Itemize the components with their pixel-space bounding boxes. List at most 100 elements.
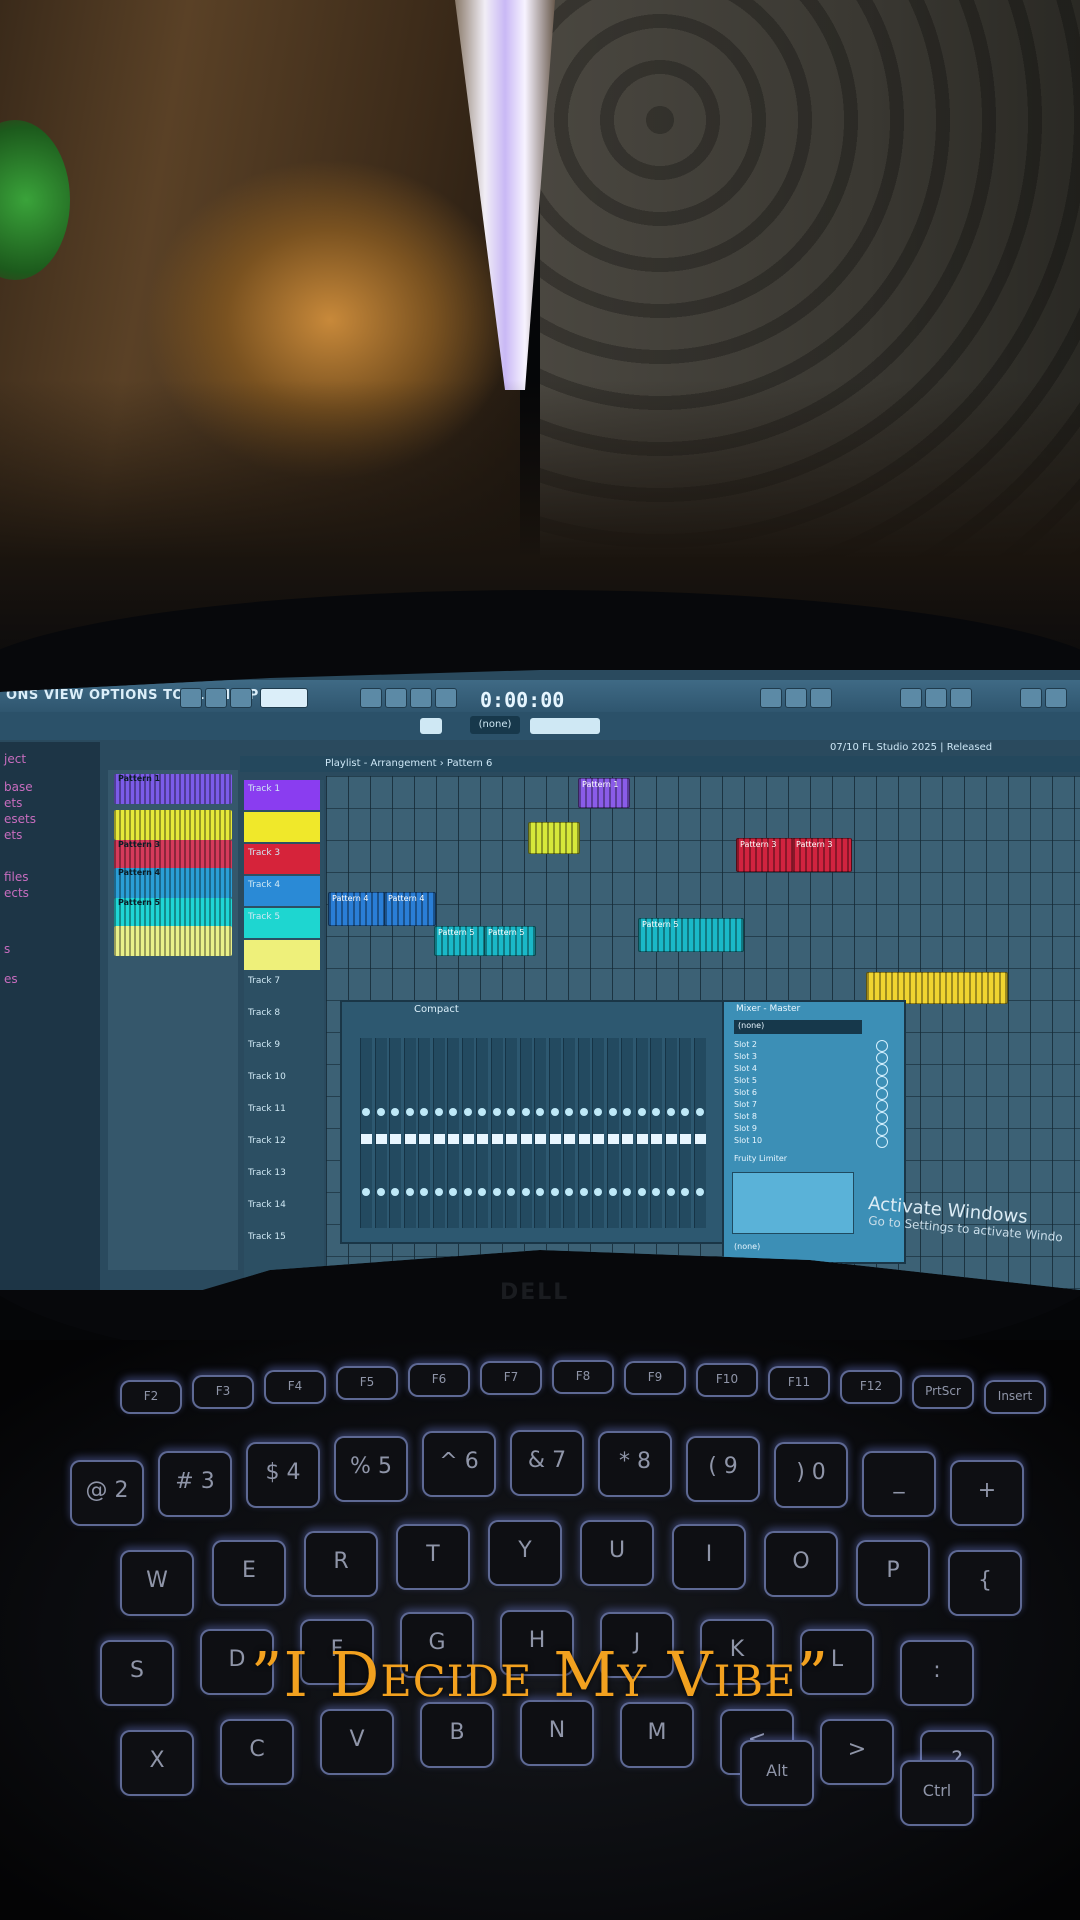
- record-button[interactable]: [230, 688, 252, 708]
- key-f12[interactable]: F12: [840, 1370, 902, 1404]
- browser-item[interactable]: esets: [4, 812, 36, 826]
- send-knob[interactable]: [623, 1188, 631, 1196]
- slot-toggle[interactable]: [876, 1100, 888, 1112]
- slot-toggle[interactable]: [876, 1136, 888, 1148]
- send-knob[interactable]: [492, 1188, 501, 1196]
- master-footer[interactable]: (none): [734, 1242, 854, 1254]
- effect-slot[interactable]: Slot 2: [734, 1040, 854, 1052]
- key[interactable]: ^ 6: [422, 1431, 496, 1498]
- volume-fader[interactable]: [665, 1134, 677, 1144]
- loop-button[interactable]: [385, 688, 407, 708]
- slot-toggle[interactable]: [876, 1064, 888, 1076]
- blend-button[interactable]: [435, 688, 457, 708]
- pattern-selector[interactable]: [530, 718, 600, 734]
- pan-knob[interactable]: [463, 1108, 472, 1116]
- volume-fader[interactable]: [448, 1134, 459, 1144]
- volume-fader[interactable]: [680, 1134, 691, 1144]
- snap-toggle[interactable]: [420, 718, 442, 734]
- volume-fader[interactable]: [361, 1134, 372, 1144]
- key-insert[interactable]: Insert: [984, 1380, 1046, 1414]
- pan-knob[interactable]: [536, 1108, 544, 1116]
- mixer-channel[interactable]: [447, 1038, 459, 1228]
- key[interactable]: E: [212, 1539, 286, 1606]
- effect-slot[interactable]: Slot 6: [734, 1088, 854, 1100]
- key-prtscr[interactable]: PrtScr: [912, 1374, 974, 1409]
- pattern-block[interactable]: Pattern 3: [114, 840, 232, 870]
- key-f9[interactable]: F9: [624, 1360, 686, 1395]
- volume-fader[interactable]: [578, 1134, 590, 1144]
- key[interactable]: * 8: [598, 1431, 672, 1498]
- key-alt[interactable]: Alt: [740, 1740, 814, 1806]
- browser-item[interactable]: files: [4, 870, 29, 884]
- key-f3[interactable]: F3: [192, 1374, 254, 1409]
- send-knob[interactable]: [434, 1188, 443, 1196]
- send-knob[interactable]: [637, 1188, 646, 1196]
- send-knob[interactable]: [391, 1188, 399, 1196]
- slot-none-field[interactable]: (none): [470, 716, 520, 734]
- mixer-mode[interactable]: Compact: [414, 1004, 459, 1015]
- volume-fader[interactable]: [607, 1134, 619, 1144]
- key[interactable]: R: [304, 1530, 378, 1597]
- maximize-icon[interactable]: [1045, 688, 1067, 708]
- send-knob[interactable]: [362, 1188, 370, 1196]
- browser-item[interactable]: es: [4, 972, 18, 986]
- key-f2[interactable]: F2: [120, 1380, 182, 1414]
- key-f10[interactable]: F10: [696, 1362, 758, 1397]
- pattern-block[interactable]: [114, 926, 232, 956]
- send-knob[interactable]: [608, 1188, 617, 1196]
- toolbar-icon-b[interactable]: [785, 688, 807, 708]
- mixer-channel[interactable]: [548, 1038, 561, 1228]
- send-knob[interactable]: [536, 1188, 544, 1196]
- volume-fader[interactable]: [462, 1134, 474, 1144]
- slot-toggle[interactable]: [876, 1124, 888, 1136]
- pan-knob[interactable]: [362, 1108, 370, 1116]
- pan-knob[interactable]: [434, 1108, 443, 1116]
- mixer-channel[interactable]: [505, 1038, 517, 1228]
- mixer-channel[interactable]: [664, 1038, 677, 1228]
- send-knob[interactable]: [695, 1188, 704, 1196]
- browser-item[interactable]: ets: [4, 796, 22, 810]
- pan-knob[interactable]: [666, 1108, 675, 1116]
- volume-fader[interactable]: [506, 1134, 517, 1144]
- volume-fader[interactable]: [433, 1134, 445, 1144]
- mixer-channel[interactable]: [621, 1038, 633, 1228]
- send-knob[interactable]: [521, 1188, 530, 1196]
- volume-fader[interactable]: [477, 1134, 488, 1144]
- pan-knob[interactable]: [507, 1108, 515, 1116]
- pan-knob[interactable]: [623, 1108, 631, 1116]
- key[interactable]: @ 2: [70, 1460, 144, 1526]
- playlist-clip[interactable]: Pattern 1: [578, 778, 630, 808]
- pan-knob[interactable]: [405, 1108, 414, 1116]
- mixer-channel[interactable]: [476, 1038, 488, 1228]
- send-knob[interactable]: [507, 1188, 515, 1196]
- key[interactable]: {: [948, 1550, 1022, 1616]
- pattern-block[interactable]: [114, 810, 232, 840]
- mixer-channel[interactable]: [374, 1038, 387, 1228]
- pan-knob[interactable]: [637, 1108, 646, 1116]
- effect-slot[interactable]: Slot 10: [734, 1136, 854, 1148]
- key-f7[interactable]: F7: [480, 1360, 542, 1395]
- send-knob[interactable]: [565, 1188, 573, 1196]
- slot-toggle[interactable]: [876, 1076, 888, 1088]
- playlist-clip[interactable]: Pattern 3: [736, 838, 794, 872]
- volume-fader[interactable]: [622, 1134, 633, 1144]
- key[interactable]: % 5: [334, 1435, 408, 1502]
- slot-toggle[interactable]: [876, 1112, 888, 1124]
- effect-slot[interactable]: Slot 8: [734, 1112, 854, 1124]
- volume-fader[interactable]: [651, 1134, 662, 1144]
- volume-fader[interactable]: [694, 1134, 706, 1144]
- pan-knob[interactable]: [594, 1108, 602, 1116]
- minimize-icon[interactable]: [1020, 688, 1042, 708]
- mixer-channel[interactable]: [519, 1038, 532, 1228]
- send-knob[interactable]: [449, 1188, 457, 1196]
- mixer-channel[interactable]: [592, 1038, 604, 1228]
- key[interactable]: _: [862, 1450, 936, 1517]
- slot-toggle[interactable]: [876, 1040, 888, 1052]
- key[interactable]: B: [420, 1702, 494, 1769]
- effect-slot[interactable]: Slot 3: [734, 1052, 854, 1064]
- playlist-clip[interactable]: Pattern 5: [434, 926, 486, 956]
- effect-slot[interactable]: Slot 5: [734, 1076, 854, 1088]
- send-knob[interactable]: [681, 1188, 689, 1196]
- slot-toggle[interactable]: [876, 1088, 888, 1100]
- toolbar-icon-c[interactable]: [810, 688, 832, 708]
